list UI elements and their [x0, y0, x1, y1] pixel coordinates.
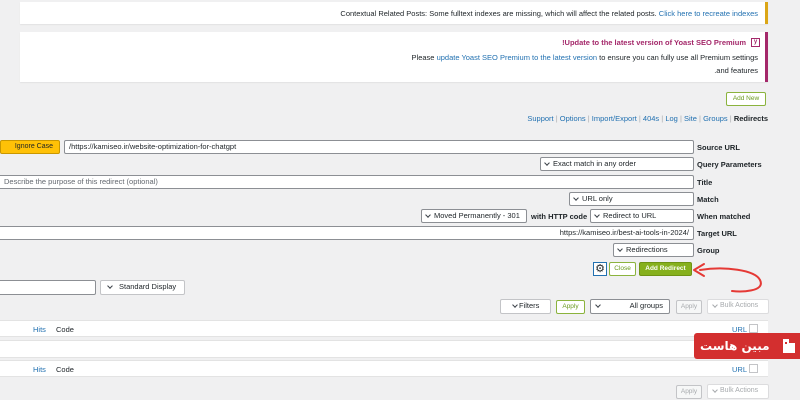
- contextual-notice-text: Contextual Related Posts: Some fulltext …: [340, 9, 657, 18]
- annotation-arrow-curve: [699, 267, 762, 293]
- col-hits[interactable]: Hits: [33, 326, 46, 334]
- display-select[interactable]: Standard Display: [100, 280, 185, 295]
- select-all-footer-checkbox[interactable]: [749, 364, 758, 373]
- filters-value: Filters: [519, 301, 540, 310]
- chevron-down-icon: [107, 283, 113, 289]
- target-url-value: https://kamiseo.ir/best-ai-tools-in-2024…: [559, 228, 689, 237]
- select-all-checkbox[interactable]: [749, 324, 758, 333]
- update-yoast-link[interactable]: update Yoast SEO Premium to the latest v…: [437, 53, 598, 62]
- nav-options[interactable]: Options: [560, 114, 586, 123]
- query-parameters-value: Exact match in any order: [553, 159, 636, 168]
- gear-icon[interactable]: ⚙: [593, 262, 607, 276]
- watermark-text: مبین هاست: [700, 339, 770, 353]
- nav-support[interactable]: Support: [527, 114, 553, 123]
- bulk-actions-bottom-value: Bulk Actions: [720, 387, 759, 394]
- http-code-value: Moved Permanently - 301: [434, 211, 520, 220]
- group-select[interactable]: Redirections: [613, 243, 694, 257]
- yoast-notice-title: !Update to the latest version of Yoast S…: [562, 38, 746, 47]
- with-http-code-label: with HTTP code: [531, 212, 588, 221]
- bulk-actions-bottom-select[interactable]: Bulk Actions: [707, 384, 769, 399]
- nav-redirects-current: Redirects: [733, 114, 768, 123]
- annotation-arrow: [693, 263, 762, 293]
- chevron-down-icon: [573, 195, 579, 201]
- yoast-logo-icon: y: [751, 38, 760, 47]
- add-new-button[interactable]: Add New: [726, 92, 766, 106]
- nav-sep: |: [699, 114, 701, 123]
- nav-sep: |: [638, 114, 641, 123]
- search-redirects-input[interactable]: [0, 280, 96, 295]
- col-hits-footer[interactable]: Hits: [33, 366, 46, 374]
- group-label: Group: [697, 246, 720, 255]
- target-url-input[interactable]: https://kamiseo.ir/best-ai-tools-in-2024…: [0, 226, 694, 240]
- http-code-select[interactable]: Moved Permanently - 301: [421, 209, 527, 223]
- match-value: URL only: [582, 194, 613, 203]
- groups-select[interactable]: All groups: [590, 299, 670, 314]
- ignore-case-label: Ignore Case: [14, 143, 53, 150]
- display-value: Standard Display: [119, 282, 177, 291]
- source-url-label: Source URL: [697, 143, 740, 152]
- apply-filter-button[interactable]: Apply: [556, 300, 585, 314]
- nav-404s[interactable]: 404s: [643, 114, 659, 123]
- nav-sep: |: [729, 114, 732, 123]
- yoast-please-text: Please: [411, 53, 435, 62]
- notice-text-line: Contextual Related Posts: Some fulltext …: [340, 10, 758, 18]
- chevron-down-icon: [594, 212, 600, 218]
- query-parameters-select[interactable]: Exact match in any order: [540, 157, 694, 171]
- nav-site[interactable]: Site: [684, 114, 697, 123]
- source-url-input[interactable]: https://kamiseo.ir/website-optimization-…: [64, 140, 694, 154]
- watermark-badge: مبین هاست: [694, 333, 800, 359]
- target-url-label: Target URL: [697, 229, 737, 238]
- nav-sep: |: [661, 114, 664, 123]
- chevron-down-icon: [425, 212, 431, 218]
- col-code-footer: Code: [56, 365, 74, 374]
- chevron-down-icon: [595, 302, 601, 308]
- chevron-down-icon: [712, 387, 718, 393]
- col-code: Code: [56, 325, 74, 334]
- yoast-rest-text: to ensure you can fully use all Premium …: [599, 53, 758, 62]
- query-parameters-label: Query Parameters: [697, 160, 762, 169]
- nav-sep: |: [679, 114, 682, 123]
- nav-log[interactable]: Log: [665, 114, 678, 123]
- yoast-notice: y !Update to the latest version of Yoast…: [20, 32, 768, 82]
- chevron-down-icon: [712, 302, 718, 308]
- col-url-footer[interactable]: URL: [732, 366, 747, 374]
- apply-bulk-button[interactable]: Apply: [676, 300, 702, 314]
- notice-bar: [765, 32, 768, 82]
- nav-groups[interactable]: Groups: [703, 114, 728, 123]
- notice-bar: [765, 2, 768, 24]
- bulk-actions-value: Bulk Actions: [720, 302, 759, 309]
- match-select[interactable]: URL only: [569, 192, 694, 206]
- nav-import-export[interactable]: Import/Export: [592, 114, 637, 123]
- chevron-down-icon: [617, 246, 623, 252]
- contextual-notice: Contextual Related Posts: Some fulltext …: [20, 2, 768, 24]
- title-placeholder: Describe the purpose of this redirect (o…: [4, 177, 158, 186]
- nav-sep: |: [555, 114, 558, 123]
- title-label: Title: [697, 178, 713, 187]
- table-header-row: Hits Code URL: [0, 320, 768, 337]
- groups-value: All groups: [629, 301, 663, 310]
- watermark-logo-icon: [783, 339, 795, 353]
- filters-select[interactable]: Filters: [500, 299, 551, 314]
- table-footer-row: Hits Code URL: [0, 360, 768, 377]
- nav-sep: |: [587, 114, 590, 123]
- ignore-case-button[interactable]: Ignore Case: [0, 140, 60, 154]
- group-value: Redirections: [626, 245, 668, 254]
- subsubsub-nav: Support | Options | Import/Export | 404s…: [527, 115, 768, 123]
- chevron-down-icon: [512, 302, 518, 308]
- bulk-actions-select[interactable]: Bulk Actions: [707, 299, 769, 314]
- when-matched-label: When matched: [697, 212, 751, 221]
- title-input[interactable]: Describe the purpose of this redirect (o…: [0, 175, 694, 189]
- chevron-down-icon: [544, 160, 550, 166]
- apply-bulk-bottom-button[interactable]: Apply: [676, 385, 702, 399]
- action-value: Redirect to URL: [603, 211, 657, 220]
- match-label: Match: [697, 195, 719, 204]
- recreate-indexes-link[interactable]: Click here to recreate indexes: [659, 9, 758, 18]
- yoast-notice-line1: Please update Yoast SEO Premium to the l…: [412, 54, 758, 62]
- close-button[interactable]: Close: [609, 262, 636, 276]
- action-select[interactable]: Redirect to URL: [590, 209, 694, 223]
- yoast-notice-line2: .and features: [714, 66, 758, 75]
- table-empty-row: [0, 340, 768, 358]
